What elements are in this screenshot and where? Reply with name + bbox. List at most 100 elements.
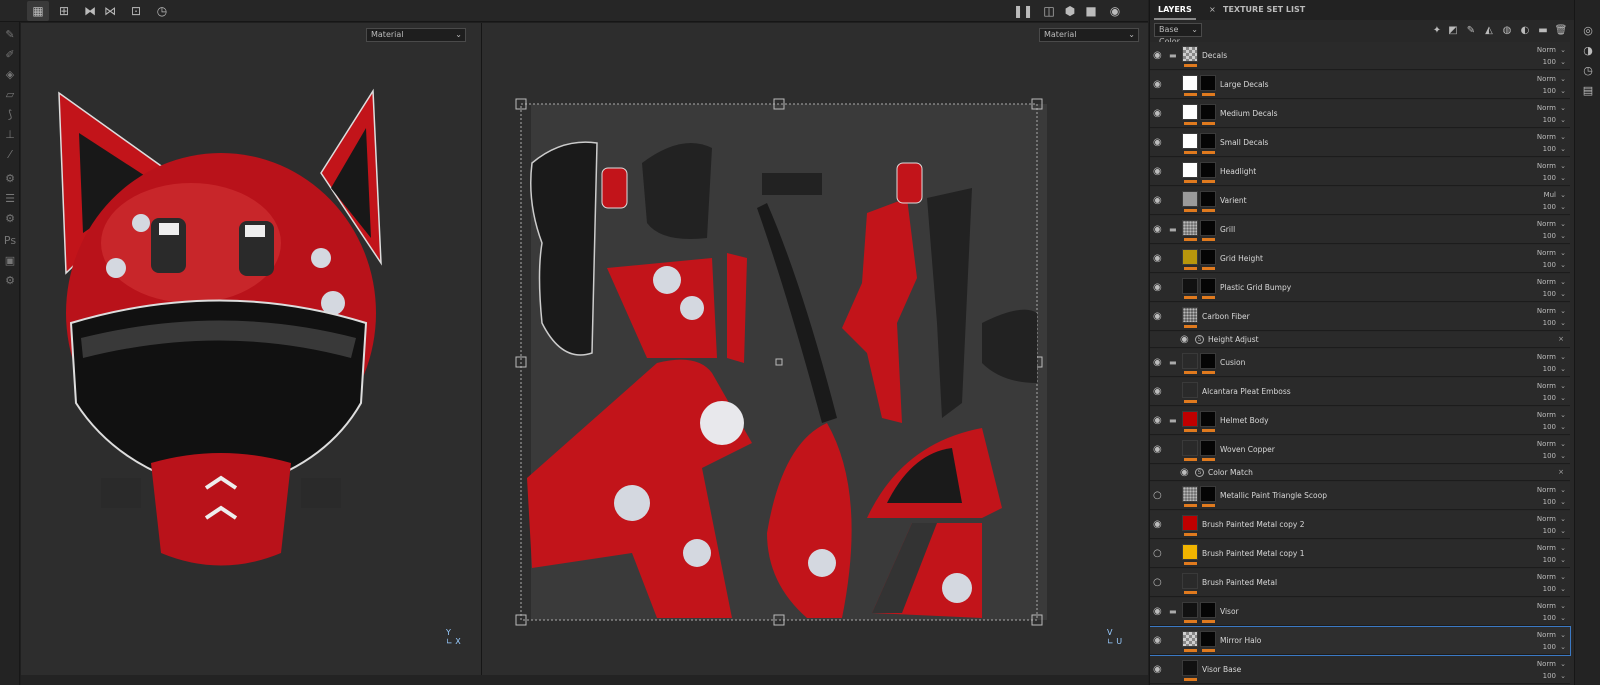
chevron-down-icon[interactable]: ⌄ [1560,353,1566,361]
mask-thumbnail[interactable] [1200,278,1216,294]
visibility-eye-icon[interactable]: ◉ [1153,109,1167,119]
cube-icon[interactable]: ⬢ [1059,1,1081,21]
folder-icon[interactable]: ▬ [1169,52,1179,60]
layer-row[interactable]: ◉ Norm ⌄ 100 ⌄ Headlight [1150,158,1570,186]
mask-thumbnail[interactable] [1200,220,1216,236]
layer-thumbnail[interactable] [1182,631,1198,647]
visibility-eye-icon[interactable]: ◉ [1153,636,1167,646]
visibility-eye-icon[interactable]: ◉ [1153,138,1167,148]
chevron-down-icon[interactable]: ⌄ [1560,585,1566,593]
chevron-down-icon[interactable]: ⌄ [1560,307,1566,315]
blend-mode-dropdown[interactable]: Norm [1537,486,1556,494]
channel-dropdown[interactable]: Base Color⌄ [1154,23,1202,46]
effect-row[interactable]: ◉ S × Color Match [1150,465,1570,481]
history-icon[interactable]: ◷ [1581,63,1595,77]
tab-texture-set-list[interactable]: TEXTURE SET LIST [1219,0,1309,20]
chevron-down-icon[interactable]: ⌄ [1560,614,1566,622]
layer-thumbnail[interactable] [1182,660,1198,676]
mask-thumbnail[interactable] [1200,104,1216,120]
layer-row[interactable]: ◉ Norm ⌄ 100 ⌄ Plastic Grid Bumpy [1150,274,1570,302]
mask-thumbnail[interactable] [1200,440,1216,456]
blend-mode-dropdown[interactable]: Norm [1537,307,1556,315]
visibility-eye-icon[interactable]: ◉ [1153,387,1167,397]
chevron-down-icon[interactable]: ⌄ [1560,631,1566,639]
chevron-down-icon[interactable]: ⌄ [1560,278,1566,286]
opacity-value[interactable]: 100 [1543,556,1556,564]
chevron-down-icon[interactable]: ⌄ [1560,191,1566,199]
layer-thumbnail[interactable] [1182,602,1198,618]
folder-icon[interactable]: ▬ [1169,417,1179,425]
chevron-down-icon[interactable]: ⌄ [1560,411,1566,419]
chevron-down-icon[interactable]: ⌄ [1560,423,1566,431]
mask-thumbnail[interactable] [1200,411,1216,427]
layer-thumbnail[interactable] [1182,75,1198,91]
layer-row[interactable]: ◉ ▬ Norm ⌄ 100 ⌄ Cusion [1150,349,1570,377]
layer-thumbnail[interactable] [1182,440,1198,456]
visibility-eye-icon[interactable]: ◉ [1153,225,1167,235]
opacity-value[interactable]: 100 [1543,116,1556,124]
blend-mode-dropdown[interactable]: Norm [1537,440,1556,448]
chevron-down-icon[interactable]: ⌄ [1560,46,1566,54]
align-icon[interactable]: ⋈ [99,1,121,21]
layer-row[interactable]: ◉ Mul ⌄ 100 ⌄ Varient [1150,187,1570,215]
opacity-value[interactable]: 100 [1543,643,1556,651]
visibility-eye-icon[interactable]: ◉ [1153,665,1167,675]
layer-row[interactable]: ◉ Norm ⌄ 100 ⌄ Woven Copper [1150,436,1570,464]
chevron-down-icon[interactable]: ⌄ [1560,133,1566,141]
chevron-down-icon[interactable]: ⌄ [1560,58,1566,66]
chevron-down-icon[interactable]: ⌄ [1560,220,1566,228]
visibility-eye-icon[interactable]: ◉ [1153,254,1167,264]
layer-thumbnail[interactable] [1182,573,1198,589]
2d-viewport[interactable]: Material ⌄ V ∟ U [482,23,1148,675]
mask-thumbnail[interactable] [1200,631,1216,647]
add-icon[interactable]: ⊡ [125,1,147,21]
chevron-down-icon[interactable]: ⌄ [1560,515,1566,523]
layer-list[interactable]: ◉ ▬ Norm ⌄ 100 ⌄ Decals ◉ Norm ⌄ 100 ⌄ Large Decals ◉… [1150,42,1575,685]
chevron-down-icon[interactable]: ⌄ [1560,672,1566,680]
chevron-down-icon[interactable]: ⌄ [1560,382,1566,390]
opacity-value[interactable]: 100 [1543,145,1556,153]
layer-row[interactable]: ◉ Norm ⌄ 100 ⌄ Grid Height [1150,245,1570,273]
blend-mode-dropdown[interactable]: Norm [1537,75,1556,83]
opacity-value[interactable]: 100 [1543,174,1556,182]
projection-icon[interactable]: ◈ [2,66,18,82]
layer-row[interactable]: ◉ ▬ Norm ⌄ 100 ⌄ Helmet Body [1150,407,1570,435]
layer-thumbnail[interactable] [1182,249,1198,265]
opacity-value[interactable]: 100 [1543,527,1556,535]
opacity-value[interactable]: 100 [1543,394,1556,402]
eraser-icon[interactable]: ✐ [2,46,18,62]
visibility-eye-icon[interactable]: ◉ [1153,607,1167,617]
visibility-eye-icon[interactable]: ◉ [1153,51,1167,61]
photoshop-icon[interactable]: Ps [2,232,18,248]
chevron-down-icon[interactable]: ⌄ [1560,261,1566,269]
chevron-down-icon[interactable]: ⌄ [1560,527,1566,535]
layer-thumbnail[interactable] [1182,515,1198,531]
smudge-icon[interactable]: ⟆ [2,106,18,122]
history-icon[interactable]: ◷ [151,1,173,21]
layer-row[interactable]: ◉ Norm ⌄ 100 ⌄ Large Decals [1150,71,1570,99]
layer-thumbnail[interactable] [1182,104,1198,120]
layer-row[interactable]: ◉ Norm ⌄ 100 ⌄ Small Decals [1150,129,1570,157]
mask-thumbnail[interactable] [1200,191,1216,207]
layer-thumbnail[interactable] [1182,411,1198,427]
layer-thumbnail[interactable] [1182,220,1198,236]
blend-mode-dropdown[interactable]: Norm [1537,660,1556,668]
grid-view-icon[interactable]: ▦ [27,1,49,21]
chevron-down-icon[interactable]: ⌄ [1560,145,1566,153]
mask-thumbnail[interactable] [1200,249,1216,265]
magic-wand-icon[interactable]: ✦ [1430,23,1444,37]
blend-mode-dropdown[interactable]: Norm [1537,249,1556,257]
opacity-value[interactable]: 100 [1543,87,1556,95]
visibility-eye-icon[interactable]: ◉ [1153,445,1167,455]
layer-thumbnail[interactable] [1182,486,1198,502]
mask-thumbnail[interactable] [1200,486,1216,502]
visibility-eye-icon[interactable]: ◉ [1153,416,1167,426]
chevron-down-icon[interactable]: ⌄ [1560,643,1566,651]
layer-thumbnail[interactable] [1182,162,1198,178]
chevron-down-icon[interactable]: ⌄ [1560,452,1566,460]
visibility-eye-icon[interactable]: ◉ [1153,167,1167,177]
layer-thumbnail[interactable] [1182,353,1198,369]
remove-effect-icon[interactable]: × [1558,335,1564,343]
chevron-down-icon[interactable]: ⌄ [1560,544,1566,552]
chevron-down-icon[interactable]: ⌄ [1560,87,1566,95]
